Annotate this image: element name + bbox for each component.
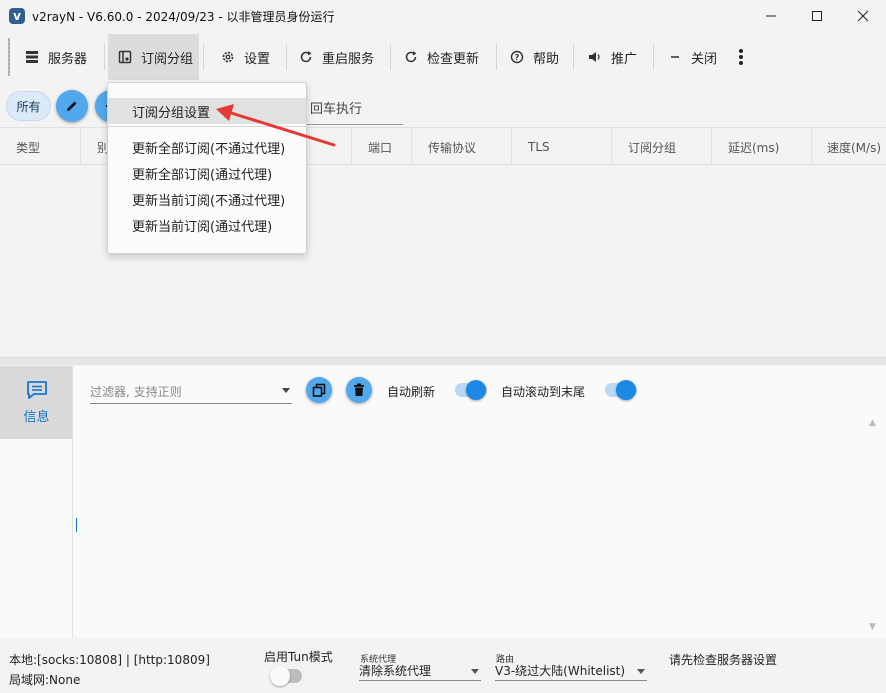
copy-log-button[interactable] [306, 377, 332, 403]
menu-item-sub-group-settings[interactable]: 订阅分组设置 [108, 98, 306, 124]
status-message: 请先检查服务器设置 [669, 653, 778, 667]
servers-button[interactable]: 服务器 [22, 34, 100, 80]
main-toolbar: 服务器 订阅分组 设置 重启服务 检查更新 ? 帮助 推广 关闭 [0, 34, 886, 80]
sub-group-label: 订阅分组 [141, 51, 194, 67]
message-icon [26, 381, 47, 399]
toggle-knob [270, 666, 290, 686]
restart-label: 重启服务 [322, 51, 375, 67]
log-filter-input[interactable]: 过滤器, 支持正则 [90, 380, 292, 404]
menu-item-update-all-proxy[interactable]: 更新全部订阅(通过代理) [108, 160, 306, 186]
column-header-sub-group[interactable]: 订阅分组 [612, 128, 712, 166]
tab-info-label: 信息 [23, 410, 50, 425]
menu-item-update-current-proxy[interactable]: 更新当前订阅(通过代理) [108, 212, 306, 238]
toolbar-divider [496, 44, 497, 70]
close-window-button[interactable] [840, 0, 886, 32]
toggle-knob [616, 380, 636, 400]
status-bar: 本地:[socks:10808] | [http:10809] 局域网:None… [0, 638, 886, 693]
help-button[interactable]: ? 帮助 [503, 34, 571, 80]
title-bar: v v2rayN - V6.60.0 - 2024/09/23 - 以非管理员身… [0, 0, 886, 32]
server-filter-input-underline[interactable] [300, 124, 403, 125]
menu-item-update-current-direct[interactable]: 更新当前订阅(不通过代理) [108, 186, 306, 212]
filter-chip-all[interactable]: 所有 [6, 91, 51, 121]
tun-mode-toggle[interactable] [270, 666, 302, 686]
column-header-transport[interactable]: 传输协议 [412, 128, 512, 166]
check-update-button[interactable]: 检查更新 [397, 34, 495, 80]
toolbar-divider [286, 44, 287, 70]
maximize-icon [812, 11, 822, 21]
settings-label: 设置 [244, 51, 271, 67]
more-options-button[interactable] [731, 34, 751, 80]
clear-log-button[interactable] [346, 377, 372, 403]
toolbar-divider [573, 44, 574, 70]
column-header-delay[interactable]: 延迟(ms) [712, 128, 812, 166]
more-vertical-icon [739, 49, 743, 65]
column-header-speed[interactable]: 速度(M/s) [812, 128, 886, 166]
toolbar-grip[interactable] [8, 38, 10, 76]
auto-refresh-toggle[interactable] [455, 380, 487, 400]
local-ports-text: 本地:[socks:10808] | [http:10809] [9, 653, 210, 667]
panel-splitter[interactable] [0, 357, 886, 365]
column-header-port[interactable]: 端口 [352, 128, 412, 166]
toolbar-divider [104, 44, 105, 70]
refresh-icon [403, 49, 419, 65]
menu-item-update-all-direct[interactable]: 更新全部订阅(不通过代理) [108, 134, 306, 160]
close-app-button[interactable]: 关闭 [661, 34, 723, 80]
sub-group-dropdown-menu: 订阅分组设置 更新全部订阅(不通过代理) 更新全部订阅(通过代理) 更新当前订阅… [107, 82, 307, 254]
tab-info[interactable]: 信息 [0, 366, 73, 439]
servers-label: 服务器 [48, 51, 88, 67]
promote-label: 推广 [611, 51, 638, 67]
sub-group-button[interactable]: 订阅分组 [108, 34, 199, 80]
scroll-down-icon[interactable]: ▼ [869, 622, 876, 632]
log-filter-placeholder: 过滤器, 支持正则 [90, 385, 182, 399]
minus-icon [667, 49, 683, 65]
close-app-label: 关闭 [691, 51, 718, 67]
svg-text:?: ? [515, 53, 520, 62]
pencil-icon [67, 101, 77, 111]
restart-icon [298, 49, 314, 65]
gear-icon [220, 49, 236, 65]
trash-icon [354, 383, 364, 396]
speaker-icon [587, 49, 603, 65]
routing-value: V3-绕过大陆(Whitelist) [495, 664, 626, 678]
toolbar-divider [203, 44, 204, 70]
menu-divider [108, 126, 306, 127]
text-cursor [76, 518, 77, 532]
help-icon: ? [509, 49, 525, 65]
maximize-button[interactable] [794, 0, 840, 32]
system-proxy-select[interactable]: 清除系统代理 [359, 661, 481, 681]
settings-button[interactable]: 设置 [214, 34, 284, 80]
server-filter-hint: 回车执行 [310, 102, 363, 117]
column-header-type[interactable]: 类型 [0, 128, 81, 166]
toolbar-divider [653, 44, 654, 70]
lan-text: 局域网:None [9, 673, 81, 687]
server-list-icon [24, 49, 40, 65]
chevron-down-icon [471, 669, 479, 674]
close-icon [857, 10, 869, 22]
minimize-button[interactable] [748, 0, 794, 32]
chevron-down-icon [637, 669, 645, 674]
subscription-icon [117, 49, 133, 65]
panel-divider [72, 366, 73, 638]
scroll-up-icon[interactable]: ▲ [869, 418, 876, 428]
toggle-knob [466, 380, 486, 400]
restart-service-button[interactable]: 重启服务 [292, 34, 386, 80]
toolbar-divider [390, 44, 391, 70]
copy-icon [312, 383, 326, 397]
check-update-label: 检查更新 [427, 51, 480, 67]
window-title: v2rayN - V6.60.0 - 2024/09/23 - 以非管理员身份运… [32, 10, 335, 24]
log-panel: 信息 过滤器, 支持正则 自动刷新 自动滚动到末尾 ▲ ▼ [0, 366, 886, 638]
chevron-down-icon[interactable] [282, 388, 290, 393]
app-logo-icon: v [9, 8, 25, 24]
help-label: 帮助 [533, 51, 560, 67]
edit-sub-button[interactable] [56, 90, 88, 122]
promote-button[interactable]: 推广 [581, 34, 651, 80]
auto-refresh-label: 自动刷新 [387, 385, 436, 399]
routing-select[interactable]: V3-绕过大陆(Whitelist) [495, 661, 647, 681]
system-proxy-value: 清除系统代理 [359, 664, 432, 678]
tun-mode-label: 启用Tun模式 [264, 650, 333, 664]
auto-scroll-label: 自动滚动到末尾 [501, 385, 586, 399]
column-header-tls[interactable]: TLS [512, 128, 612, 166]
minimize-icon [766, 15, 776, 17]
auto-scroll-toggle[interactable] [605, 380, 637, 400]
